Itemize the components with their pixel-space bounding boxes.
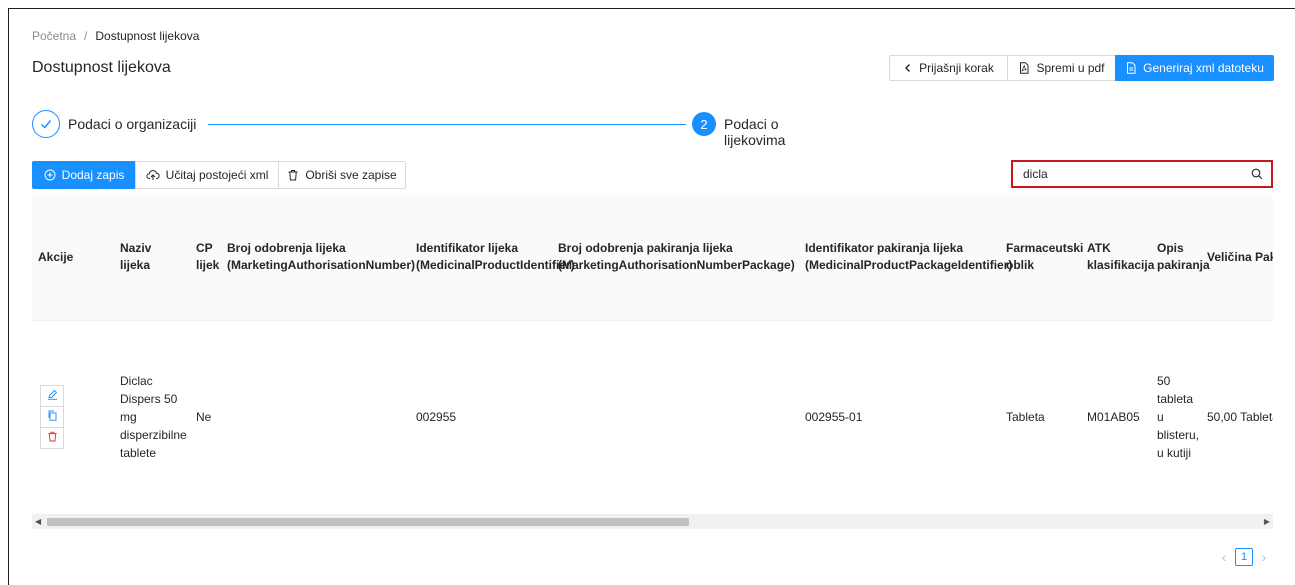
column-header-actions: Akcije (32, 195, 114, 321)
column-header-authorisation-number[interactable]: Broj odobrenja lijeka (MarketingAuthoris… (221, 195, 415, 321)
column-header-pharmaceutical-form[interactable]: Farmaceutski oblik (1000, 195, 1083, 321)
save-pdf-label: Spremi u pdf (1036, 61, 1105, 75)
delete-all-button[interactable]: Obriši sve zapise (278, 161, 406, 189)
column-header-atk[interactable]: ATK klasifikacija (1081, 195, 1154, 321)
add-record-button[interactable]: Dodaj zapis (32, 161, 136, 189)
page-number[interactable]: 1 (1235, 548, 1253, 566)
table-header-row: Akcije Naziv lijeka CP lijek Broj odobre… (32, 195, 1273, 321)
delete-icon (47, 429, 58, 447)
scrollbar-thumb[interactable] (47, 518, 689, 526)
scroll-right-icon[interactable]: ▶ (1264, 517, 1270, 526)
generate-xml-label: Generiraj xml datoteku (1143, 61, 1264, 75)
step-medicines-label: Podaci o lijekovima (724, 116, 786, 148)
column-header-package-description[interactable]: Opis pakiranja (1151, 195, 1210, 321)
cell-product-identifier: 002955 (410, 320, 552, 515)
step-connector (208, 124, 686, 125)
cell-atk: M01AB05 (1081, 320, 1151, 515)
next-page-icon[interactable]: › (1256, 549, 1272, 565)
trash-icon (287, 169, 299, 181)
cell-package-identifier: 002955-01 (799, 320, 1000, 515)
copy-icon (47, 408, 58, 426)
medicines-table: Akcije Naziv lijeka CP lijek Broj odobre… (32, 195, 1273, 515)
step-number: 2 (692, 112, 716, 136)
prev-page-icon[interactable]: ‹ (1216, 549, 1232, 565)
column-header-product-identifier[interactable]: Identifikator lijeka (MedicinalProductId… (410, 195, 575, 321)
search-box (1011, 160, 1273, 188)
steps: Podaci o organizaciji 2 Podaci o lijekov… (32, 110, 832, 148)
cloud-upload-icon (146, 169, 160, 181)
page-title: Dostupnost lijekova (32, 59, 171, 76)
scroll-left-icon[interactable]: ◀ (35, 517, 41, 526)
cell-name: Diclac Dispers 50 mg disperzibilne table… (114, 320, 190, 515)
column-header-package-size[interactable]: Veličina Pakiranja (1201, 195, 1273, 321)
search-icon[interactable] (1251, 168, 1263, 183)
breadcrumb-home[interactable]: Početna (32, 29, 76, 43)
delete-all-label: Obriši sve zapise (305, 168, 397, 182)
table-row: Diclac Dispers 50 mg disperzibilne table… (32, 320, 1273, 515)
plus-circle-icon (44, 169, 56, 181)
column-header-package-authorisation-number[interactable]: Broj odobrenja pakiranja lijeka (Marketi… (552, 195, 799, 321)
column-header-name[interactable]: Naziv lijeka (114, 195, 190, 321)
edit-icon (47, 387, 58, 405)
previous-step-label: Prijašnji korak (919, 61, 994, 75)
breadcrumb-separator: / (84, 29, 88, 43)
edit-button[interactable] (40, 385, 64, 407)
cell-package-description: 50 tableta u blisteru, u kutiji (1151, 320, 1201, 515)
top-actions: Prijašnji korak Spremi u pdf Generiraj x… (889, 55, 1274, 81)
cell-authorisation-number (221, 320, 410, 515)
row-actions (40, 385, 64, 449)
pagination: ‹ 1 › (1216, 548, 1272, 566)
cell-package-size: 50,00 Tableta (1201, 320, 1273, 515)
search-input[interactable] (1013, 162, 1243, 186)
column-header-cp[interactable]: CP lijek (190, 195, 221, 321)
table-toolbar: Dodaj zapis Učitaj postojeći xml Obriši … (32, 161, 406, 189)
step-organization-label: Podaci o organizaciji (68, 116, 197, 132)
generate-xml-button[interactable]: Generiraj xml datoteku (1115, 55, 1274, 81)
chevron-left-icon (903, 63, 913, 73)
copy-button[interactable] (40, 406, 64, 428)
add-record-label: Dodaj zapis (61, 168, 125, 182)
delete-button[interactable] (40, 427, 64, 449)
breadcrumb-current: Dostupnost lijekova (95, 29, 200, 43)
file-text-icon (1125, 62, 1137, 74)
check-icon (32, 110, 60, 138)
previous-step-button[interactable]: Prijašnji korak (889, 55, 1008, 81)
breadcrumb: Početna / Dostupnost lijekova (32, 29, 199, 43)
save-pdf-button[interactable]: Spremi u pdf (1007, 55, 1116, 81)
upload-xml-button[interactable]: Učitaj postojeći xml (135, 161, 279, 189)
file-pdf-icon (1018, 62, 1030, 74)
horizontal-scrollbar[interactable]: ◀ ▶ (32, 515, 1273, 529)
upload-xml-label: Učitaj postojeći xml (165, 168, 269, 182)
cell-pharmaceutical-form: Tableta (1000, 320, 1081, 515)
cell-package-authorisation-number (552, 320, 799, 515)
actions-cell (32, 320, 114, 515)
column-header-package-identifier[interactable]: Identifikator pakiranja lijeka (Medicina… (799, 195, 1012, 321)
cell-cp: Ne (190, 320, 221, 515)
medicines-table-container: Akcije Naziv lijeka CP lijek Broj odobre… (32, 195, 1273, 531)
